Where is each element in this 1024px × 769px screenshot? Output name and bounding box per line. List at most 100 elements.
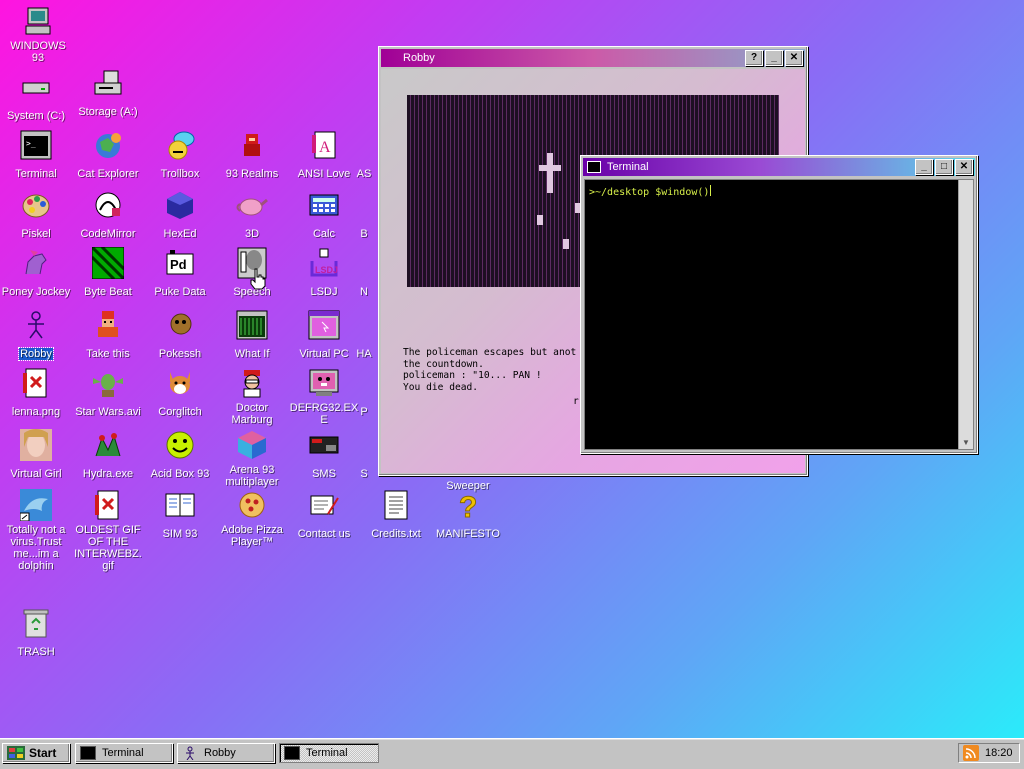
- terminal-window: Terminal _ □ ✕ >~/desktop $window() ▼: [580, 155, 978, 454]
- minimize-button[interactable]: _: [915, 159, 933, 175]
- rss-icon[interactable]: [963, 745, 979, 761]
- desktop-icon-n-partial[interactable]: N: [346, 246, 382, 300]
- hand-cursor-icon: [250, 268, 266, 290]
- robby-titlebar[interactable]: Robby ? _ ✕: [381, 49, 805, 67]
- partial-icon: [347, 308, 381, 342]
- stickman-icon: [186, 746, 194, 760]
- terminal-icon: [80, 746, 96, 760]
- icon-label: Calc: [312, 228, 335, 240]
- desktop-icon-3d[interactable]: 3D: [216, 188, 288, 242]
- terminal-titlebar[interactable]: Terminal _ □ ✕: [583, 158, 975, 176]
- system-tray: 18:20: [958, 743, 1020, 763]
- desktop-icon-dolphin[interactable]: Totally not a virus.Trust me...im a dolp…: [0, 488, 72, 574]
- icon-label: Poney Jockey: [1, 286, 71, 298]
- window-title: Terminal: [607, 161, 649, 173]
- icon-label: LSDJ: [310, 286, 338, 298]
- drive-icon: [19, 70, 53, 104]
- desktop-icon-piskel[interactable]: Piskel: [0, 188, 72, 242]
- terminal-scrollbar[interactable]: ▼: [958, 180, 973, 449]
- desktop-icon-adobe-pizza[interactable]: Adobe Pizza Player™: [216, 488, 288, 550]
- desktop-icon-93-realms[interactable]: 93 Realms: [216, 128, 288, 182]
- desktop-icon-hexed[interactable]: HexEd: [144, 188, 216, 242]
- icon-label: Terminal: [15, 168, 57, 180]
- arena-cube-icon: [235, 428, 269, 462]
- desktop-icon-oldest-gif[interactable]: OLDEST GIF OF THE INTERWEBZ.gif: [72, 488, 144, 574]
- icon-label: Star Wars.avi: [75, 406, 141, 418]
- desktop-icon-lenna[interactable]: lenna.png: [0, 366, 72, 420]
- cube-icon: [163, 188, 197, 222]
- terminal-icon: [284, 746, 300, 760]
- terminal-icon: >_: [19, 128, 53, 162]
- start-button[interactable]: Start: [2, 743, 70, 763]
- corgi-icon: [163, 366, 197, 400]
- sms-icon: [307, 428, 341, 462]
- desktop-icon-corglitch[interactable]: Corglitch: [144, 366, 216, 420]
- icon-label: Robby: [18, 347, 54, 361]
- desktop-icon-trollbox[interactable]: Trollbox: [144, 128, 216, 182]
- desktop-icon-trash[interactable]: TRASH: [0, 606, 72, 660]
- icon-label: Storage (A:): [78, 106, 138, 118]
- svg-text:?: ?: [459, 491, 477, 521]
- icon-label: S: [360, 468, 368, 480]
- desktop-icon-arena-93[interactable]: Arena 93 multiplayer: [216, 428, 288, 490]
- desktop-icon-acid-box[interactable]: Acid Box 93: [144, 428, 216, 482]
- desktop-icon-take-this[interactable]: Take this: [72, 308, 144, 362]
- desktop-icon-sim-93[interactable]: SIM 93: [144, 488, 216, 542]
- taskbar-button-terminal-1[interactable]: Terminal: [75, 743, 173, 763]
- desktop-icon-puke-data[interactable]: Pd Puke Data: [144, 246, 216, 300]
- icon-label: Puke Data: [154, 286, 206, 298]
- taskbar-button-terminal-2[interactable]: Terminal: [279, 743, 379, 763]
- terminal-output[interactable]: >~/desktop $window() ▼: [584, 179, 974, 450]
- codemirror-icon: [91, 188, 125, 222]
- trollbox-icon: [163, 128, 197, 162]
- taskbar-button-label: Terminal: [102, 747, 144, 759]
- window-title: Robby: [403, 52, 435, 64]
- desktop-icon-p-partial[interactable]: P: [346, 366, 382, 420]
- desktop-icon-manifesto[interactable]: ? MANIFESTO: [432, 488, 504, 542]
- desktop-icon-cat-explorer[interactable]: Cat Explorer: [72, 128, 144, 182]
- icon-label: Take this: [86, 348, 130, 360]
- help-button[interactable]: ?: [745, 50, 763, 66]
- maximize-button[interactable]: □: [935, 159, 953, 175]
- desktop-icon-system-c[interactable]: System (C:): [0, 70, 72, 124]
- icon-label: Corglitch: [158, 406, 202, 418]
- question-icon: ?: [451, 488, 485, 522]
- desktop-icon-b-partial[interactable]: B: [346, 188, 382, 242]
- svg-text:LSDJ: LSDJ: [315, 265, 338, 275]
- desktop-icon-doctor-marburg[interactable]: Doctor Marburg: [216, 366, 288, 428]
- story-text: The policeman escapes but anot the count…: [403, 347, 577, 393]
- scroll-down-arrow-icon[interactable]: ▼: [962, 438, 970, 447]
- terminal-prompt-line[interactable]: >~/desktop $window(): [589, 185, 712, 198]
- close-button[interactable]: ✕: [955, 159, 973, 175]
- icon-label: MANIFESTO: [436, 528, 500, 540]
- desktop-icon-ha-partial[interactable]: HA: [346, 308, 382, 362]
- svg-text:>_: >_: [26, 139, 36, 148]
- icon-label: Doctor Marburg: [231, 402, 273, 426]
- partial-icon: [347, 188, 381, 222]
- desktop-icon-byte-beat[interactable]: Byte Beat: [72, 246, 144, 300]
- icon-label: Byte Beat: [84, 286, 132, 298]
- desktop-icon-storage-a[interactable]: Storage (A:): [72, 66, 144, 120]
- desktop-icon-robby[interactable]: Robby: [0, 308, 72, 362]
- desktop-icon-virtual-girl[interactable]: Virtual Girl: [0, 428, 72, 482]
- lsdj-icon: LSDJ: [307, 246, 341, 280]
- hydra-icon: [91, 428, 125, 462]
- desktop-icon-terminal[interactable]: >_ Terminal: [0, 128, 72, 182]
- desktop-icon-star-wars[interactable]: Star Wars.avi: [72, 366, 144, 420]
- desktop-icon-codemirror[interactable]: CodeMirror: [72, 188, 144, 242]
- minimize-button[interactable]: _: [765, 50, 783, 66]
- desktop-icon-credits[interactable]: Credits.txt: [360, 488, 432, 542]
- close-button[interactable]: ✕: [785, 50, 803, 66]
- start-logo-icon: [7, 746, 25, 760]
- desktop-icon-what-if[interactable]: What If: [216, 308, 288, 362]
- desktop-icon-s-partial[interactable]: S: [346, 428, 382, 482]
- desktop-icon-contact-us[interactable]: Contact us: [288, 488, 360, 542]
- taskbar-button-robby[interactable]: Robby: [177, 743, 275, 763]
- desktop-icon-poney-jockey[interactable]: Poney Jockey: [0, 246, 72, 300]
- icon-label: Trollbox: [160, 168, 200, 180]
- desktop-icon-hydra[interactable]: Hydra.exe: [72, 428, 144, 482]
- clock: 18:20: [985, 747, 1013, 759]
- partial-icon: [347, 366, 381, 400]
- desktop-icon-pokessh[interactable]: Pokessh: [144, 308, 216, 362]
- desktop-icon-windows93[interactable]: WINDOWS 93: [2, 4, 74, 66]
